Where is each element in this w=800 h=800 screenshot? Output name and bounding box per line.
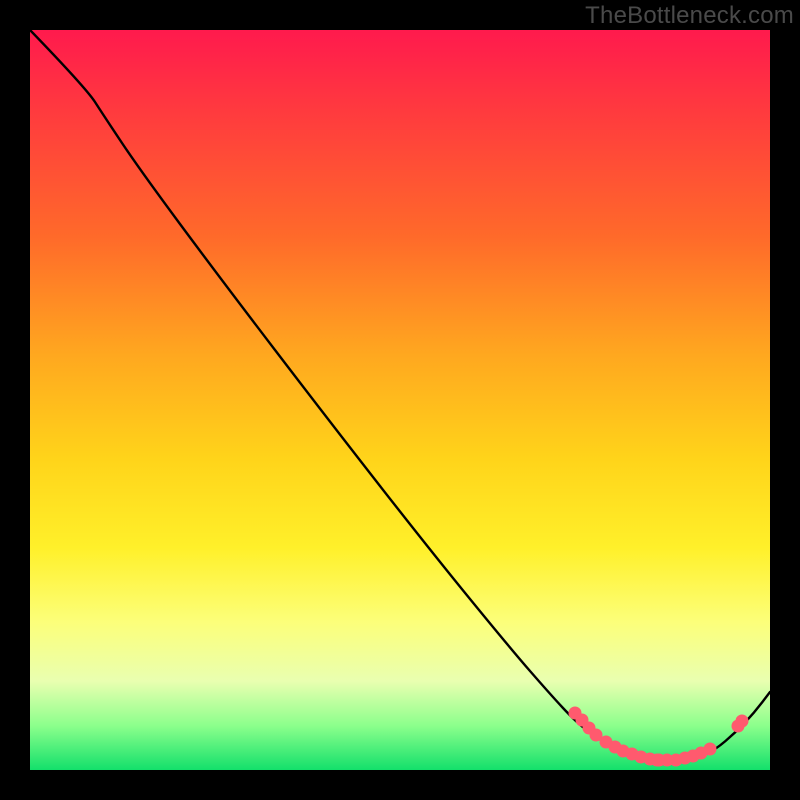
data-dot	[661, 754, 674, 767]
data-dot	[583, 722, 596, 735]
curve-dots	[569, 707, 749, 767]
data-dot	[695, 747, 708, 760]
data-dot	[635, 751, 648, 764]
data-dot	[670, 754, 683, 767]
curve-line	[30, 30, 770, 763]
data-dot	[687, 750, 700, 763]
data-dot	[600, 736, 613, 749]
data-dot	[569, 707, 582, 720]
data-dot	[644, 753, 657, 766]
data-dot	[651, 754, 664, 767]
chart-frame: TheBottleneck.com	[0, 0, 800, 800]
plot-area	[30, 30, 770, 770]
data-dot	[626, 748, 639, 761]
curve-svg	[30, 30, 770, 770]
data-dot	[590, 729, 603, 742]
data-dot	[679, 752, 692, 765]
data-dot	[617, 745, 630, 758]
watermark-text: TheBottleneck.com	[585, 2, 794, 30]
data-dot	[736, 715, 749, 728]
data-dot	[732, 720, 745, 733]
data-dot	[576, 714, 589, 727]
data-dot	[653, 754, 666, 767]
data-dot	[609, 741, 622, 754]
data-dot	[704, 743, 717, 756]
